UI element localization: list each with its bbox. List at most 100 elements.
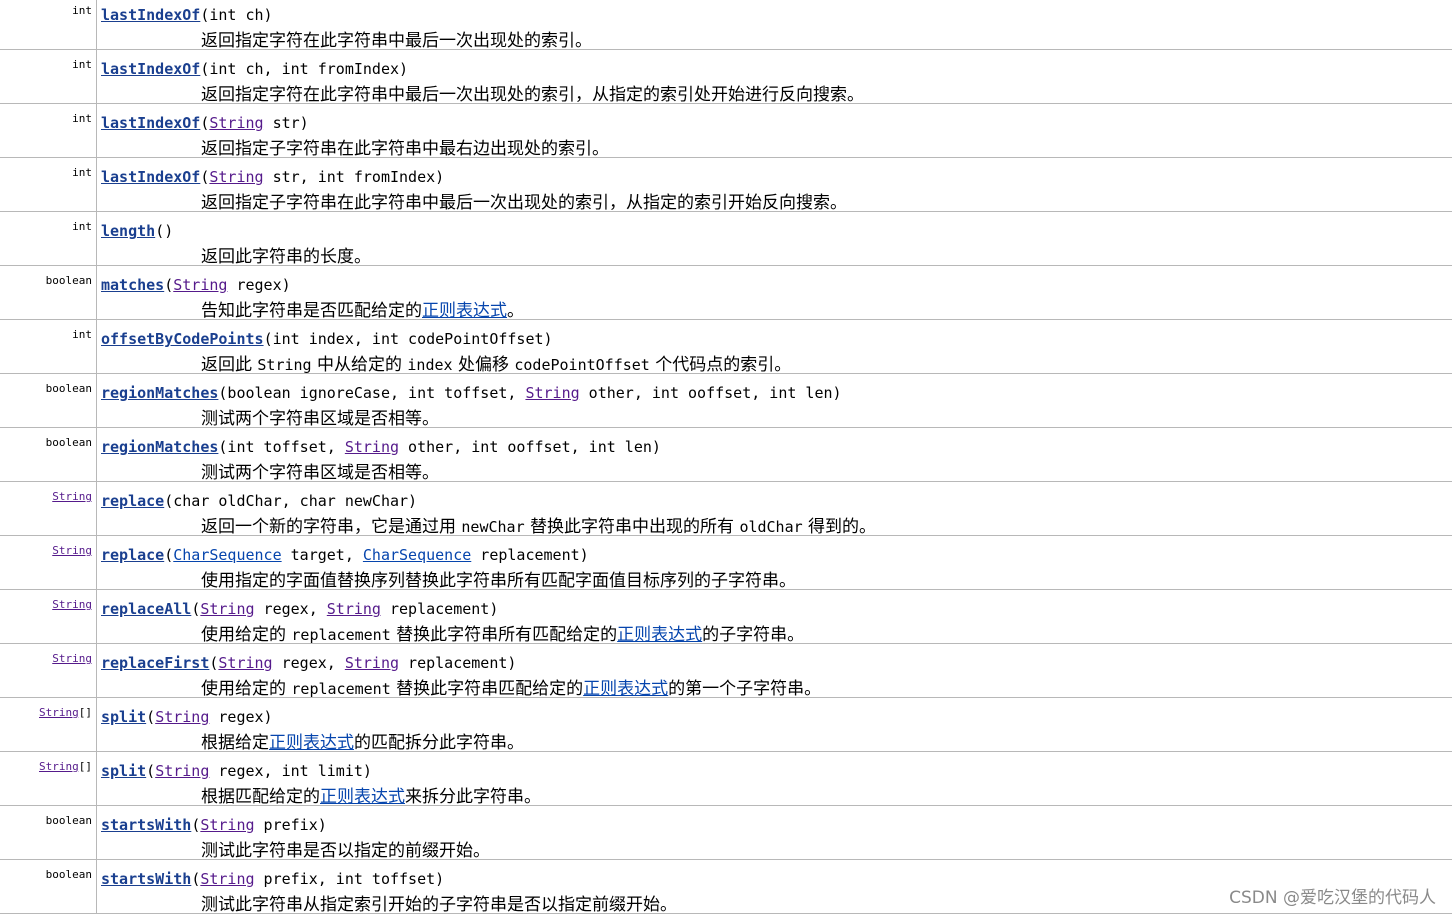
method-name-link[interactable]: split xyxy=(101,762,146,780)
return-type-cell: int xyxy=(0,320,97,373)
type-link[interactable]: String xyxy=(155,762,209,780)
description-text: 替换此字符串所有匹配给定的 xyxy=(390,625,618,645)
signature-text: () xyxy=(155,222,174,240)
method-name-link[interactable]: lastIndexOf xyxy=(101,168,200,186)
return-type-cell: int xyxy=(0,0,97,49)
method-detail-cell: regionMatches(int toffset, String other,… xyxy=(97,428,1452,483)
method-name-link[interactable]: regionMatches xyxy=(101,438,218,456)
method-name-link[interactable]: replaceAll xyxy=(101,600,191,618)
type-link[interactable]: String xyxy=(209,114,263,132)
description-text: 使用给定的 xyxy=(201,679,292,699)
method-description: 根据匹配给定的正则表达式来拆分此字符串。 xyxy=(201,782,541,807)
description-text: 返回指定字符在此字符串中最后一次出现处的索引。 xyxy=(201,31,592,51)
type-link[interactable]: String xyxy=(173,276,227,294)
type-link[interactable]: String xyxy=(52,490,92,503)
type-link[interactable]: String xyxy=(52,652,92,665)
type-link[interactable]: String xyxy=(200,870,254,888)
method-name-link[interactable]: split xyxy=(101,708,146,726)
return-type: String[] xyxy=(39,760,92,773)
method-name-link[interactable]: replace xyxy=(101,492,164,510)
regex-doc-link[interactable]: 正则表达式 xyxy=(583,679,668,699)
signature-text: (char oldChar, char newChar) xyxy=(164,492,418,510)
return-type: int xyxy=(72,112,92,125)
description-text: 测试此字符串是否以指定的前缀开始。 xyxy=(201,841,490,861)
description-text: 的匹配拆分此字符串。 xyxy=(354,733,524,753)
method-description: 返回指定子字符串在此字符串中最右边出现处的索引。 xyxy=(201,134,609,159)
type-link[interactable]: String xyxy=(345,654,399,672)
method-detail-cell: regionMatches(boolean ignoreCase, int to… xyxy=(97,374,1452,429)
return-type: boolean xyxy=(46,274,92,287)
type-text: boolean xyxy=(45,436,92,449)
type-link[interactable]: String xyxy=(327,600,381,618)
method-description: 测试此字符串是否以指定的前缀开始。 xyxy=(201,836,490,861)
type-link[interactable]: String xyxy=(200,600,254,618)
method-detail-cell: offsetByCodePoints(int index, int codePo… xyxy=(97,320,1452,375)
method-detail-cell: lastIndexOf(int ch) 返回指定字符在此字符串中最后一次出现处的索… xyxy=(97,0,1452,51)
method-signature: split(String regex, int limit) xyxy=(101,762,372,780)
regex-doc-link[interactable]: 正则表达式 xyxy=(320,787,405,807)
regex-doc-link[interactable]: 正则表达式 xyxy=(422,301,507,321)
method-name-link[interactable]: lastIndexOf xyxy=(101,6,200,24)
return-type: int xyxy=(72,4,92,17)
method-description: 使用指定的字面值替换序列替换此字符串所有匹配字面值目标序列的子字符串。 xyxy=(201,566,796,591)
table-row: boolean matches(String regex) 告知此字符串是否匹配给定… xyxy=(0,266,1452,321)
signature-text: ( xyxy=(191,600,201,618)
return-type-cell: String xyxy=(0,590,97,643)
method-summary-table: int lastIndexOf(int ch) 返回指定字符在此字符串中最后一次出现… xyxy=(0,0,1452,915)
method-name-link[interactable]: offsetByCodePoints xyxy=(101,330,264,348)
type-link[interactable]: String xyxy=(39,760,79,773)
description-text: 返回指定字符在此字符串中最后一次出现处的索引，从指定的索引处开始进行反向搜索。 xyxy=(201,85,864,105)
method-description: 返回指定子字符串在此字符串中最后一次出现处的索引，从指定的索引开始反向搜索。 xyxy=(201,188,847,213)
inline-code: replacement xyxy=(291,680,391,698)
regex-doc-link[interactable]: 正则表达式 xyxy=(269,733,354,753)
type-link[interactable]: String xyxy=(39,706,79,719)
description-text: 替换此字符串匹配给定的 xyxy=(390,679,584,699)
type-link[interactable]: String xyxy=(218,654,272,672)
method-name-link[interactable]: regionMatches xyxy=(101,384,218,402)
method-name-link[interactable]: length xyxy=(101,222,155,240)
method-description: 根据给定正则表达式的匹配拆分此字符串。 xyxy=(201,728,524,753)
regex-doc-link[interactable]: 正则表达式 xyxy=(617,625,702,645)
type-link[interactable]: String xyxy=(525,384,579,402)
method-detail-cell: replaceAll(String regex, String replacem… xyxy=(97,590,1452,645)
signature-text: other, int ooffset, int len) xyxy=(399,438,661,456)
signature-text: str, int fromIndex) xyxy=(263,168,445,186)
method-name-link[interactable]: startsWith xyxy=(101,816,191,834)
signature-text: ( xyxy=(191,816,201,834)
method-name-link[interactable]: replaceFirst xyxy=(101,654,209,672)
table-row: int lastIndexOf(String str, int fromIndex… xyxy=(0,158,1452,213)
type-text: boolean xyxy=(45,868,92,881)
method-detail-cell: lastIndexOf(int ch, int fromIndex) 返回指定字符… xyxy=(97,50,1452,105)
type-link[interactable]: String xyxy=(52,544,92,557)
method-name-link[interactable]: startsWith xyxy=(101,870,191,888)
type-link[interactable]: String xyxy=(52,598,92,611)
method-description: 返回指定字符在此字符串中最后一次出现处的索引，从指定的索引处开始进行反向搜索。 xyxy=(201,80,864,105)
method-name-link[interactable]: replace xyxy=(101,546,164,564)
table-row: String replaceAll(String regex, String re… xyxy=(0,590,1452,645)
method-name-link[interactable]: lastIndexOf xyxy=(101,60,200,78)
method-detail-cell: split(String regex) 根据给定正则表达式的匹配拆分此字符串。 xyxy=(97,698,1452,753)
method-signature: replace(CharSequence target, CharSequenc… xyxy=(101,546,589,564)
type-link[interactable]: CharSequence xyxy=(363,546,471,564)
method-detail-cell: matches(String regex) 告知此字符串是否匹配给定的正则表达式。 xyxy=(97,266,1452,321)
return-type: String xyxy=(52,544,92,557)
method-name-link[interactable]: matches xyxy=(101,276,164,294)
type-text: int xyxy=(72,328,92,341)
signature-text: replacement) xyxy=(399,654,517,672)
method-description: 返回此字符串的长度。 xyxy=(201,242,371,267)
method-name-link[interactable]: lastIndexOf xyxy=(101,114,200,132)
method-signature: lastIndexOf(String str) xyxy=(101,114,309,132)
description-text: 的第一个子字符串。 xyxy=(668,679,822,699)
method-description: 使用给定的 replacement 替换此字符串匹配给定的正则表达式的第一个子字… xyxy=(201,674,821,699)
type-link[interactable]: String xyxy=(209,168,263,186)
table-row: int offsetByCodePoints(int index, int cod… xyxy=(0,320,1452,375)
method-description: 测试两个字符串区域是否相等。 xyxy=(201,404,439,429)
signature-text: regex, int limit) xyxy=(209,762,372,780)
table-row: boolean regionMatches(int toffset, String… xyxy=(0,428,1452,483)
type-link[interactable]: String xyxy=(155,708,209,726)
type-link[interactable]: String xyxy=(345,438,399,456)
type-link[interactable]: String xyxy=(200,816,254,834)
return-type: String[] xyxy=(39,706,92,719)
type-link[interactable]: CharSequence xyxy=(173,546,281,564)
signature-text: ( xyxy=(164,546,174,564)
